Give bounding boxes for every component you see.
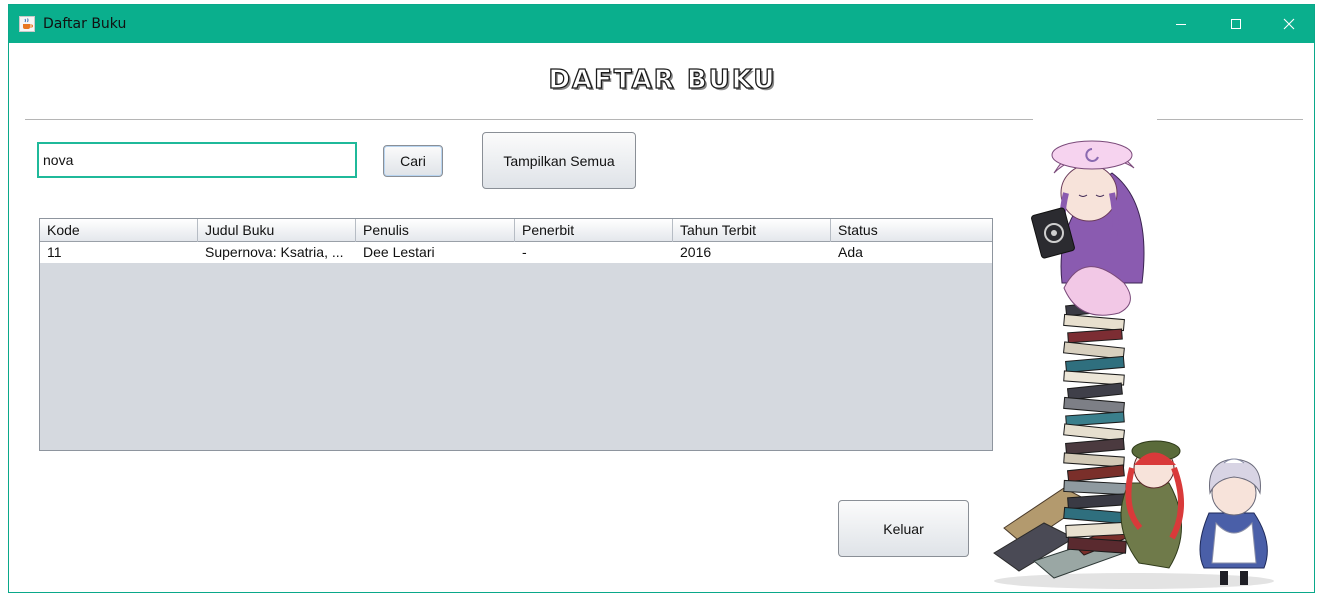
table-cell: Supernova: Ksatria, ...	[205, 244, 344, 260]
close-icon	[1283, 18, 1295, 30]
column-header[interactable]: Penulis	[356, 219, 515, 242]
content-panel: DAFTAR BUKU Cari Tampilkan Semua Kode Ju…	[9, 43, 1314, 594]
table-row[interactable]: 11 Supernova: Ksatria, ... Dee Lestari -…	[40, 242, 992, 263]
show-all-button[interactable]: Tampilkan Semua	[482, 132, 636, 189]
java-cup-icon	[19, 16, 35, 32]
search-input[interactable]	[37, 142, 357, 178]
column-header[interactable]: Penerbit	[515, 219, 673, 242]
table-cell: Dee Lestari	[363, 244, 435, 260]
table-cell: -	[522, 244, 527, 260]
character-maid	[1199, 458, 1268, 585]
maximize-button[interactable]	[1214, 5, 1258, 43]
book-stack-illustration	[993, 140, 1274, 589]
book-tower	[1062, 299, 1127, 554]
minimize-icon	[1176, 24, 1186, 25]
maximize-icon	[1231, 19, 1241, 29]
character-red	[1120, 440, 1185, 569]
character-purple	[1031, 140, 1145, 316]
divider	[25, 119, 1033, 120]
minimize-button[interactable]	[1159, 5, 1203, 43]
app-window: Daftar Buku DAFTAR BUKU Cari Tampilkan S…	[8, 4, 1315, 593]
books-table[interactable]: Kode Judul Buku Penulis Penerbit Tahun T…	[39, 218, 993, 451]
close-button[interactable]	[1267, 5, 1311, 43]
column-header[interactable]: Kode	[40, 219, 198, 242]
column-header[interactable]: Tahun Terbit	[673, 219, 831, 242]
table-cell: Ada	[838, 244, 863, 260]
table-header: Kode Judul Buku Penulis Penerbit Tahun T…	[40, 219, 992, 242]
exit-button[interactable]: Keluar	[838, 500, 969, 557]
window-title: Daftar Buku	[43, 16, 127, 32]
table-cell: 11	[47, 244, 62, 260]
column-header[interactable]: Judul Buku	[198, 219, 356, 242]
title-bar[interactable]: Daftar Buku	[9, 5, 1314, 43]
table-cell: 2016	[680, 244, 712, 260]
column-header[interactable]: Status	[831, 219, 992, 242]
search-button[interactable]: Cari	[383, 145, 443, 177]
